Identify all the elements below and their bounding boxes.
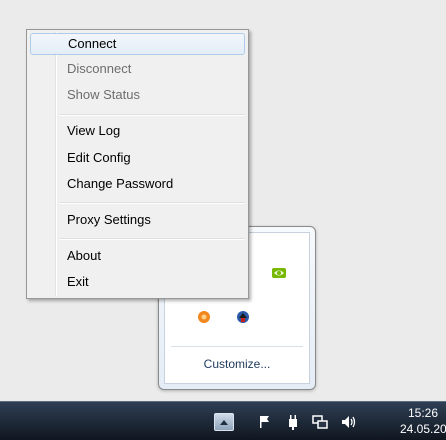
menu-item-show-status[interactable]: Show Status bbox=[30, 84, 245, 106]
action-center-flag-icon[interactable] bbox=[258, 413, 272, 431]
nvidia-icon[interactable] bbox=[271, 265, 287, 281]
taskbar-clock[interactable]: 15:26 24.05.2017 bbox=[386, 405, 446, 437]
clock-date: 24.05.2017 bbox=[400, 422, 446, 436]
menu-item-view-log[interactable]: View Log bbox=[30, 120, 245, 142]
menu-separator bbox=[59, 238, 245, 240]
menu-item-proxy-settings[interactable]: Proxy Settings bbox=[30, 209, 245, 231]
menu-item-about[interactable]: About bbox=[30, 245, 245, 267]
menu-item-exit[interactable]: Exit bbox=[30, 271, 245, 293]
taskbar: 15:26 24.05.2017 bbox=[0, 401, 446, 440]
tray-divider bbox=[171, 346, 303, 347]
clock-time: 15:26 bbox=[407, 406, 438, 420]
blue-app-icon[interactable] bbox=[235, 309, 251, 325]
show-hidden-icons-button[interactable] bbox=[214, 413, 234, 431]
volume-icon[interactable] bbox=[340, 413, 358, 431]
menu-item-disconnect[interactable]: Disconnect bbox=[30, 58, 245, 80]
customize-link[interactable]: Customize... bbox=[165, 357, 309, 371]
network-icon[interactable] bbox=[312, 413, 328, 431]
orange-app-icon[interactable] bbox=[196, 309, 212, 325]
menu-separator bbox=[59, 114, 245, 116]
context-menu: Connect Disconnect Show Status View Log … bbox=[26, 29, 249, 299]
menu-separator bbox=[59, 202, 245, 204]
power-plug-icon[interactable] bbox=[286, 413, 300, 431]
menu-item-edit-config[interactable]: Edit Config bbox=[30, 147, 245, 169]
menu-item-change-password[interactable]: Change Password bbox=[30, 173, 245, 195]
menu-item-connect[interactable]: Connect bbox=[30, 33, 245, 55]
